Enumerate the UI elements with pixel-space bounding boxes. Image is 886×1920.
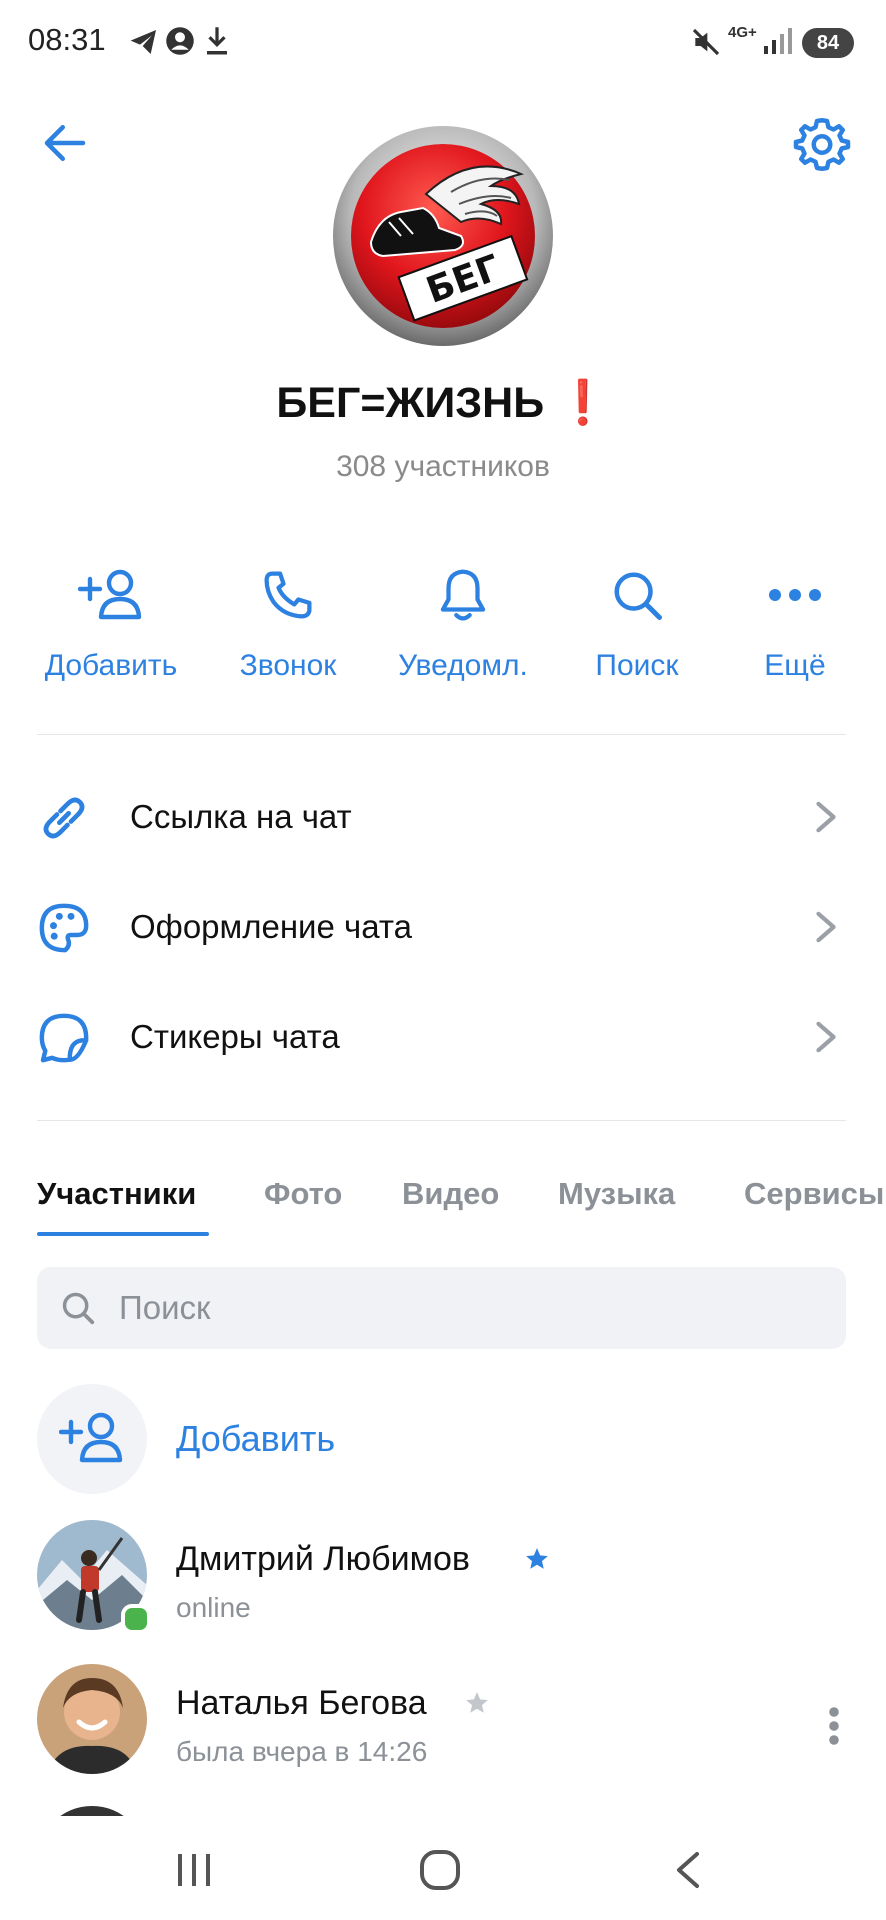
tab-photo[interactable]: Фото — [264, 1176, 342, 1212]
add-user-icon — [59, 1412, 123, 1463]
menu-chat-stickers-label: Стикеры чата — [130, 1018, 340, 1055]
chevron-right-icon — [816, 1021, 836, 1053]
link-icon — [43, 797, 85, 839]
add-user-icon — [78, 569, 142, 620]
member-row[interactable]: Наталья Бегова была вчера в 14:26 — [0, 1664, 886, 1784]
member-name: Дмитрий Любимов — [176, 1540, 470, 1578]
back-button[interactable] — [38, 116, 92, 170]
status-time: 08:31 — [28, 22, 106, 57]
search-placeholder: Поиск — [119, 1289, 211, 1326]
download-icon — [202, 24, 232, 63]
chevron-right-icon — [816, 801, 836, 833]
star-icon — [526, 1548, 548, 1569]
online-indicator — [121, 1604, 151, 1634]
home-icon[interactable] — [418, 1848, 462, 1892]
action-search[interactable]: Поиск — [547, 555, 727, 683]
member-name: Наталья Бегова — [176, 1684, 427, 1722]
exclamation-emoji: ❗ — [556, 379, 610, 427]
menu-chat-link-label: Ссылка на чат — [130, 798, 352, 835]
menu-chat-theme-label: Оформление чата — [130, 908, 412, 945]
divider — [37, 1120, 846, 1121]
search-icon — [614, 572, 662, 620]
action-call-label: Звонок — [239, 649, 337, 682]
settings-button[interactable] — [792, 114, 852, 174]
menu-chat-stickers[interactable]: Стикеры чата — [0, 982, 886, 1092]
action-notifications-label: Уведомл. — [398, 649, 528, 682]
search-icon — [62, 1292, 95, 1325]
action-search-label: Поиск — [595, 649, 679, 682]
star-outline-icon — [466, 1692, 488, 1713]
tab-video[interactable]: Видео — [402, 1176, 499, 1212]
system-nav-bar — [0, 1816, 886, 1920]
menu-chat-link[interactable]: Ссылка на чат — [0, 762, 886, 872]
back-nav-icon[interactable] — [672, 1850, 702, 1890]
divider — [37, 734, 846, 735]
add-member-button[interactable] — [37, 1384, 147, 1494]
member-count: 308 участников — [336, 450, 550, 483]
tab-music[interactable]: Музыка — [558, 1176, 675, 1212]
add-member-label[interactable]: Добавить — [176, 1418, 335, 1460]
active-tab-indicator — [37, 1232, 209, 1236]
palette-icon — [39, 903, 89, 953]
action-more-label: Ещё — [764, 649, 826, 682]
member-status: была вчера в 14:26 — [176, 1736, 428, 1767]
avatar — [37, 1664, 147, 1774]
recent-apps-icon[interactable] — [174, 1850, 214, 1890]
gear-icon — [793, 118, 851, 171]
network-type: 4G+ — [728, 24, 757, 41]
menu-chat-theme[interactable]: Оформление чата — [0, 872, 886, 982]
action-more[interactable]: Ещё — [705, 555, 885, 683]
account-icon — [165, 26, 195, 61]
action-add[interactable]: Добавить — [21, 555, 201, 683]
telegram-icon — [128, 26, 160, 63]
arrow-left-icon — [44, 125, 86, 161]
signal-icon — [762, 26, 794, 61]
mute-icon — [690, 26, 722, 63]
tab-services[interactable]: Сервисы — [744, 1176, 884, 1212]
chevron-right-icon — [816, 911, 836, 943]
more-icon — [769, 589, 821, 601]
member-search[interactable]: Поиск — [37, 1267, 846, 1349]
action-call[interactable]: Звонок — [198, 555, 378, 683]
tab-members[interactable]: Участники — [37, 1176, 196, 1212]
action-notifications[interactable]: Уведомл. — [373, 555, 553, 683]
member-row[interactable]: Дмитрий Любимов online — [0, 1520, 886, 1640]
bell-icon — [440, 569, 486, 621]
chat-avatar[interactable]: БЕГ — [331, 124, 555, 348]
next-member-avatar-partial — [37, 1806, 147, 1816]
phone-icon — [264, 571, 312, 619]
chat-title-text: БЕГ=ЖИЗНЬ — [276, 379, 545, 427]
chat-title: БЕГ=ЖИЗНЬ ❗ — [0, 378, 886, 428]
more-vertical-icon[interactable] — [828, 1706, 840, 1746]
battery-level: 84 — [802, 28, 854, 58]
sticker-icon — [39, 1013, 89, 1063]
action-add-label: Добавить — [44, 649, 178, 682]
member-status: online — [176, 1592, 251, 1623]
